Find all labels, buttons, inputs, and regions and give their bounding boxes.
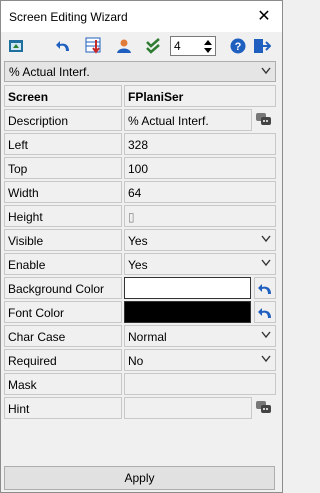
- char-case-value: Normal: [128, 330, 167, 344]
- chevron-down-icon: [261, 355, 271, 363]
- property-label: Screen: [4, 85, 122, 107]
- wizard-window: Screen Editing Wizard ✕ 4 ? % Actual Int…: [0, 0, 283, 493]
- property-row-font-color: Font Color: [1, 300, 282, 324]
- property-label: Font Color: [4, 301, 122, 323]
- visible-dropdown[interactable]: Yes: [124, 229, 276, 251]
- top-field[interactable]: 100: [124, 157, 276, 179]
- property-label: Width: [4, 181, 122, 203]
- left-field[interactable]: 328: [124, 133, 276, 155]
- mask-field[interactable]: [124, 373, 276, 395]
- toolbar: 4 ?: [1, 33, 282, 59]
- property-row-required: Required No: [1, 348, 282, 372]
- property-label: Mask: [4, 373, 122, 395]
- property-row-hint: Hint: [1, 396, 282, 420]
- property-label: Visible: [4, 229, 122, 251]
- enable-dropdown[interactable]: Yes: [124, 253, 276, 275]
- title-bar: Screen Editing Wizard ✕: [1, 1, 282, 32]
- property-label: Height: [4, 205, 122, 227]
- property-label: Left: [4, 133, 122, 155]
- property-row-mask: Mask: [1, 372, 282, 396]
- undo-icon: [258, 308, 271, 318]
- undo-icon: [258, 284, 271, 294]
- reset-font-color-button[interactable]: [254, 301, 276, 323]
- property-row-description: Description % Actual Interf.: [1, 108, 282, 132]
- property-row-left: Left 328: [1, 132, 282, 156]
- screen-preview-icon[interactable]: [5, 35, 27, 57]
- stepper-up-icon[interactable]: [201, 38, 214, 46]
- help-icon[interactable]: ?: [227, 35, 249, 57]
- property-label: Enable: [4, 253, 122, 275]
- property-row-top: Top 100: [1, 156, 282, 180]
- close-button[interactable]: ✕: [246, 1, 282, 32]
- reset-background-color-button[interactable]: [254, 277, 276, 299]
- exit-icon[interactable]: [251, 35, 273, 57]
- svg-text:?: ?: [235, 41, 242, 53]
- property-label: Char Case: [4, 325, 122, 347]
- apply-button[interactable]: Apply: [4, 466, 275, 490]
- property-label: Hint: [4, 397, 122, 419]
- property-row-visible: Visible Yes: [1, 228, 282, 252]
- font-color-swatch[interactable]: [124, 301, 251, 323]
- window-title: Screen Editing Wizard: [9, 10, 128, 24]
- double-check-icon[interactable]: [142, 35, 164, 57]
- component-selector[interactable]: % Actual Interf.: [4, 61, 276, 82]
- visible-value: Yes: [128, 234, 148, 248]
- stepper-down-icon[interactable]: [201, 46, 214, 54]
- tab-order-icon[interactable]: [83, 35, 105, 57]
- property-row-width: Width 64: [1, 180, 282, 204]
- enable-value: Yes: [128, 258, 148, 272]
- property-row-screen: Screen FPlaniSer: [1, 84, 282, 108]
- hint-field[interactable]: [124, 397, 252, 419]
- chevron-down-icon: [261, 259, 271, 267]
- property-label: Top: [4, 157, 122, 179]
- component-selector-value: % Actual Interf.: [9, 65, 90, 79]
- chevron-down-icon: [261, 331, 271, 339]
- background-color-swatch[interactable]: [124, 277, 251, 299]
- translate-icon[interactable]: [254, 399, 274, 417]
- property-row-background-color: Background Color: [1, 276, 282, 300]
- property-label: Background Color: [4, 277, 122, 299]
- stepper-value: 4: [174, 39, 181, 53]
- description-field[interactable]: % Actual Interf.: [124, 109, 252, 131]
- required-value: No: [128, 354, 144, 368]
- property-row-enable: Enable Yes: [1, 252, 282, 276]
- property-label: Description: [4, 109, 122, 131]
- user-icon[interactable]: [113, 35, 135, 57]
- property-row-height: Height ▯: [1, 204, 282, 228]
- property-label: Required: [4, 349, 122, 371]
- property-row-char-case: Char Case Normal: [1, 324, 282, 348]
- translate-icon[interactable]: [254, 111, 274, 129]
- char-case-dropdown[interactable]: Normal: [124, 325, 276, 347]
- property-value: FPlaniSer: [124, 85, 276, 107]
- font-size-stepper[interactable]: 4: [170, 36, 216, 56]
- required-dropdown[interactable]: No: [124, 349, 276, 371]
- width-field[interactable]: 64: [124, 181, 276, 203]
- chevron-down-icon: [261, 235, 271, 243]
- height-field[interactable]: ▯: [124, 205, 276, 227]
- undo-icon[interactable]: [53, 35, 75, 57]
- chevron-down-icon: [261, 67, 271, 75]
